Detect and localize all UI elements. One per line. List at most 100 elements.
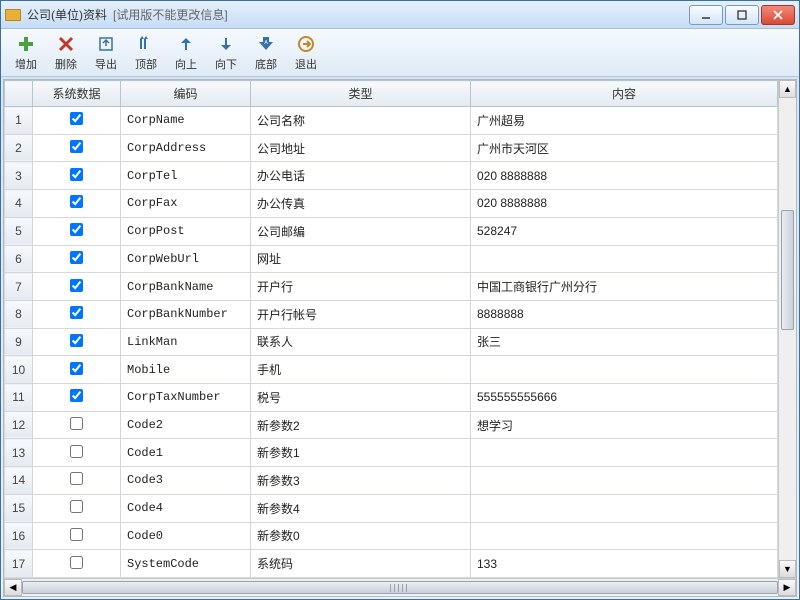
tool-plus-button[interactable]: 增加 [7, 32, 45, 74]
system-checkbox[interactable] [70, 112, 83, 125]
table-row[interactable]: 15Code4新参数4 [5, 494, 778, 522]
system-checkbox[interactable] [70, 500, 83, 513]
cell-content[interactable]: 020 8888888 [471, 190, 778, 218]
horizontal-scroll-thumb[interactable] [22, 581, 778, 594]
system-checkbox[interactable] [70, 334, 83, 347]
cell-content[interactable]: 张三 [471, 328, 778, 356]
cell-content[interactable]: 想学习 [471, 411, 778, 439]
cell-type[interactable]: 新参数4 [251, 494, 471, 522]
cell-content[interactable]: 020 8888888 [471, 162, 778, 190]
system-checkbox[interactable] [70, 389, 83, 402]
col-header-code[interactable]: 编码 [121, 81, 251, 107]
scroll-left-arrow-icon[interactable]: ◀ [4, 579, 22, 596]
close-button[interactable] [761, 5, 795, 25]
table-row[interactable]: 10Mobile手机 [5, 356, 778, 384]
table-row[interactable]: 1CorpName公司名称广州超易 [5, 107, 778, 135]
table-row[interactable]: 13Code1新参数1 [5, 439, 778, 467]
system-checkbox[interactable] [70, 279, 83, 292]
table-row[interactable]: 16Code0新参数0 [5, 522, 778, 550]
cell-code[interactable]: CorpBankNumber [121, 300, 251, 328]
table-row[interactable]: 7CorpBankName开户行中国工商银行广州分行 [5, 273, 778, 301]
cell-code[interactable]: CorpFax [121, 190, 251, 218]
cell-type[interactable]: 联系人 [251, 328, 471, 356]
system-checkbox[interactable] [70, 306, 83, 319]
table-row[interactable]: 8CorpBankNumber开户行帐号8888888 [5, 300, 778, 328]
cell-content[interactable]: 528247 [471, 217, 778, 245]
table-row[interactable]: 14Code3新参数3 [5, 467, 778, 495]
cell-code[interactable]: Code3 [121, 467, 251, 495]
system-checkbox[interactable] [70, 251, 83, 264]
cell-type[interactable]: 税号 [251, 384, 471, 412]
cell-code[interactable]: CorpTaxNumber [121, 384, 251, 412]
cell-type[interactable]: 新参数1 [251, 439, 471, 467]
col-header-content[interactable]: 内容 [471, 81, 778, 107]
horizontal-scrollbar[interactable]: ◀ ▶ [4, 578, 796, 596]
tool-export-button[interactable]: 导出 [87, 32, 125, 74]
col-header-rownum[interactable] [5, 81, 33, 107]
system-checkbox[interactable] [70, 195, 83, 208]
table-row[interactable]: 3CorpTel办公电话020 8888888 [5, 162, 778, 190]
cell-type[interactable]: 公司邮编 [251, 217, 471, 245]
cell-content[interactable] [471, 439, 778, 467]
cell-type[interactable]: 开户行 [251, 273, 471, 301]
cell-content[interactable] [471, 245, 778, 273]
tool-bottom-button[interactable]: A底部 [247, 32, 285, 74]
table-row[interactable]: 2CorpAddress公司地址广州市天河区 [5, 134, 778, 162]
cell-code[interactable]: CorpWebUrl [121, 245, 251, 273]
cell-type[interactable]: 新参数3 [251, 467, 471, 495]
scroll-up-arrow-icon[interactable]: ▲ [779, 80, 796, 98]
table-row[interactable]: 6CorpWebUrl网址 [5, 245, 778, 273]
col-header-system[interactable]: 系统数据 [33, 81, 121, 107]
tool-top-button[interactable]: 顶部 [127, 32, 165, 74]
maximize-button[interactable] [725, 5, 759, 25]
cell-type[interactable]: 新参数0 [251, 522, 471, 550]
system-checkbox[interactable] [70, 528, 83, 541]
cell-type[interactable]: 公司名称 [251, 107, 471, 135]
cell-code[interactable]: Mobile [121, 356, 251, 384]
cell-code[interactable]: CorpBankName [121, 273, 251, 301]
system-checkbox[interactable] [70, 472, 83, 485]
cell-type[interactable]: 公司地址 [251, 134, 471, 162]
minimize-button[interactable] [689, 5, 723, 25]
cell-type[interactable]: 系统码 [251, 550, 471, 578]
table-row[interactable]: 11CorpTaxNumber税号555555555666 [5, 384, 778, 412]
system-checkbox[interactable] [70, 140, 83, 153]
cell-code[interactable]: SystemCode [121, 550, 251, 578]
system-checkbox[interactable] [70, 168, 83, 181]
system-checkbox[interactable] [70, 556, 83, 569]
cell-code[interactable]: Code0 [121, 522, 251, 550]
scroll-down-arrow-icon[interactable]: ▼ [779, 560, 796, 578]
tool-down-button[interactable]: 向下 [207, 32, 245, 74]
cell-content[interactable] [471, 467, 778, 495]
cell-content[interactable]: 广州市天河区 [471, 134, 778, 162]
table-row[interactable]: 9LinkMan联系人张三 [5, 328, 778, 356]
cell-content[interactable]: 555555555666 [471, 384, 778, 412]
cell-content[interactable] [471, 494, 778, 522]
cell-code[interactable]: CorpAddress [121, 134, 251, 162]
cell-content[interactable] [471, 356, 778, 384]
cell-content[interactable] [471, 522, 778, 550]
system-checkbox[interactable] [70, 362, 83, 375]
cell-type[interactable]: 开户行帐号 [251, 300, 471, 328]
cell-code[interactable]: Code1 [121, 439, 251, 467]
tool-x-button[interactable]: 删除 [47, 32, 85, 74]
cell-type[interactable]: 办公电话 [251, 162, 471, 190]
system-checkbox[interactable] [70, 223, 83, 236]
scroll-right-arrow-icon[interactable]: ▶ [778, 579, 796, 596]
cell-type[interactable]: 网址 [251, 245, 471, 273]
system-checkbox[interactable] [70, 417, 83, 430]
cell-code[interactable]: CorpTel [121, 162, 251, 190]
cell-code[interactable]: LinkMan [121, 328, 251, 356]
cell-code[interactable]: CorpPost [121, 217, 251, 245]
vertical-scrollbar[interactable]: ▲ ▼ [778, 80, 796, 578]
cell-content[interactable]: 广州超易 [471, 107, 778, 135]
table-row[interactable]: 12Code2新参数2想学习 [5, 411, 778, 439]
system-checkbox[interactable] [70, 445, 83, 458]
vertical-scroll-thumb[interactable] [781, 210, 794, 330]
table-row[interactable]: 5CorpPost公司邮编528247 [5, 217, 778, 245]
tool-exit-button[interactable]: 退出 [287, 32, 325, 74]
cell-content[interactable]: 中国工商银行广州分行 [471, 273, 778, 301]
cell-type[interactable]: 手机 [251, 356, 471, 384]
cell-code[interactable]: Code2 [121, 411, 251, 439]
table-row[interactable]: 17SystemCode系统码133 [5, 550, 778, 578]
